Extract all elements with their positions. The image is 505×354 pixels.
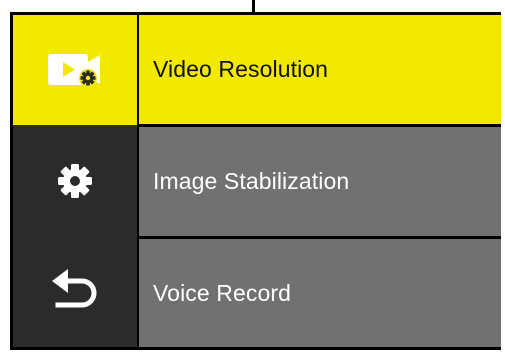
menu-item-label: Voice Record: [153, 279, 291, 306]
menu-item-voice-record[interactable]: Voice Record: [139, 239, 501, 347]
menu-item-video-resolution[interactable]: Video Resolution: [139, 15, 501, 124]
sidebar-item-video-settings[interactable]: [13, 15, 137, 125]
back-arrow-icon: [52, 269, 97, 308]
sidebar-item-settings[interactable]: [13, 126, 137, 236]
sidebar: [13, 15, 137, 347]
video-settings-icon: [48, 54, 100, 87]
menu-item-label: Image Stabilization: [153, 168, 350, 194]
menu-item-label: Video Resolution: [153, 56, 329, 82]
top-connector-line: [252, 0, 255, 12]
menu-item-image-stabilization[interactable]: Image Stabilization: [139, 127, 501, 236]
sidebar-item-back[interactable]: [13, 237, 137, 347]
gear-icon: [58, 164, 92, 198]
